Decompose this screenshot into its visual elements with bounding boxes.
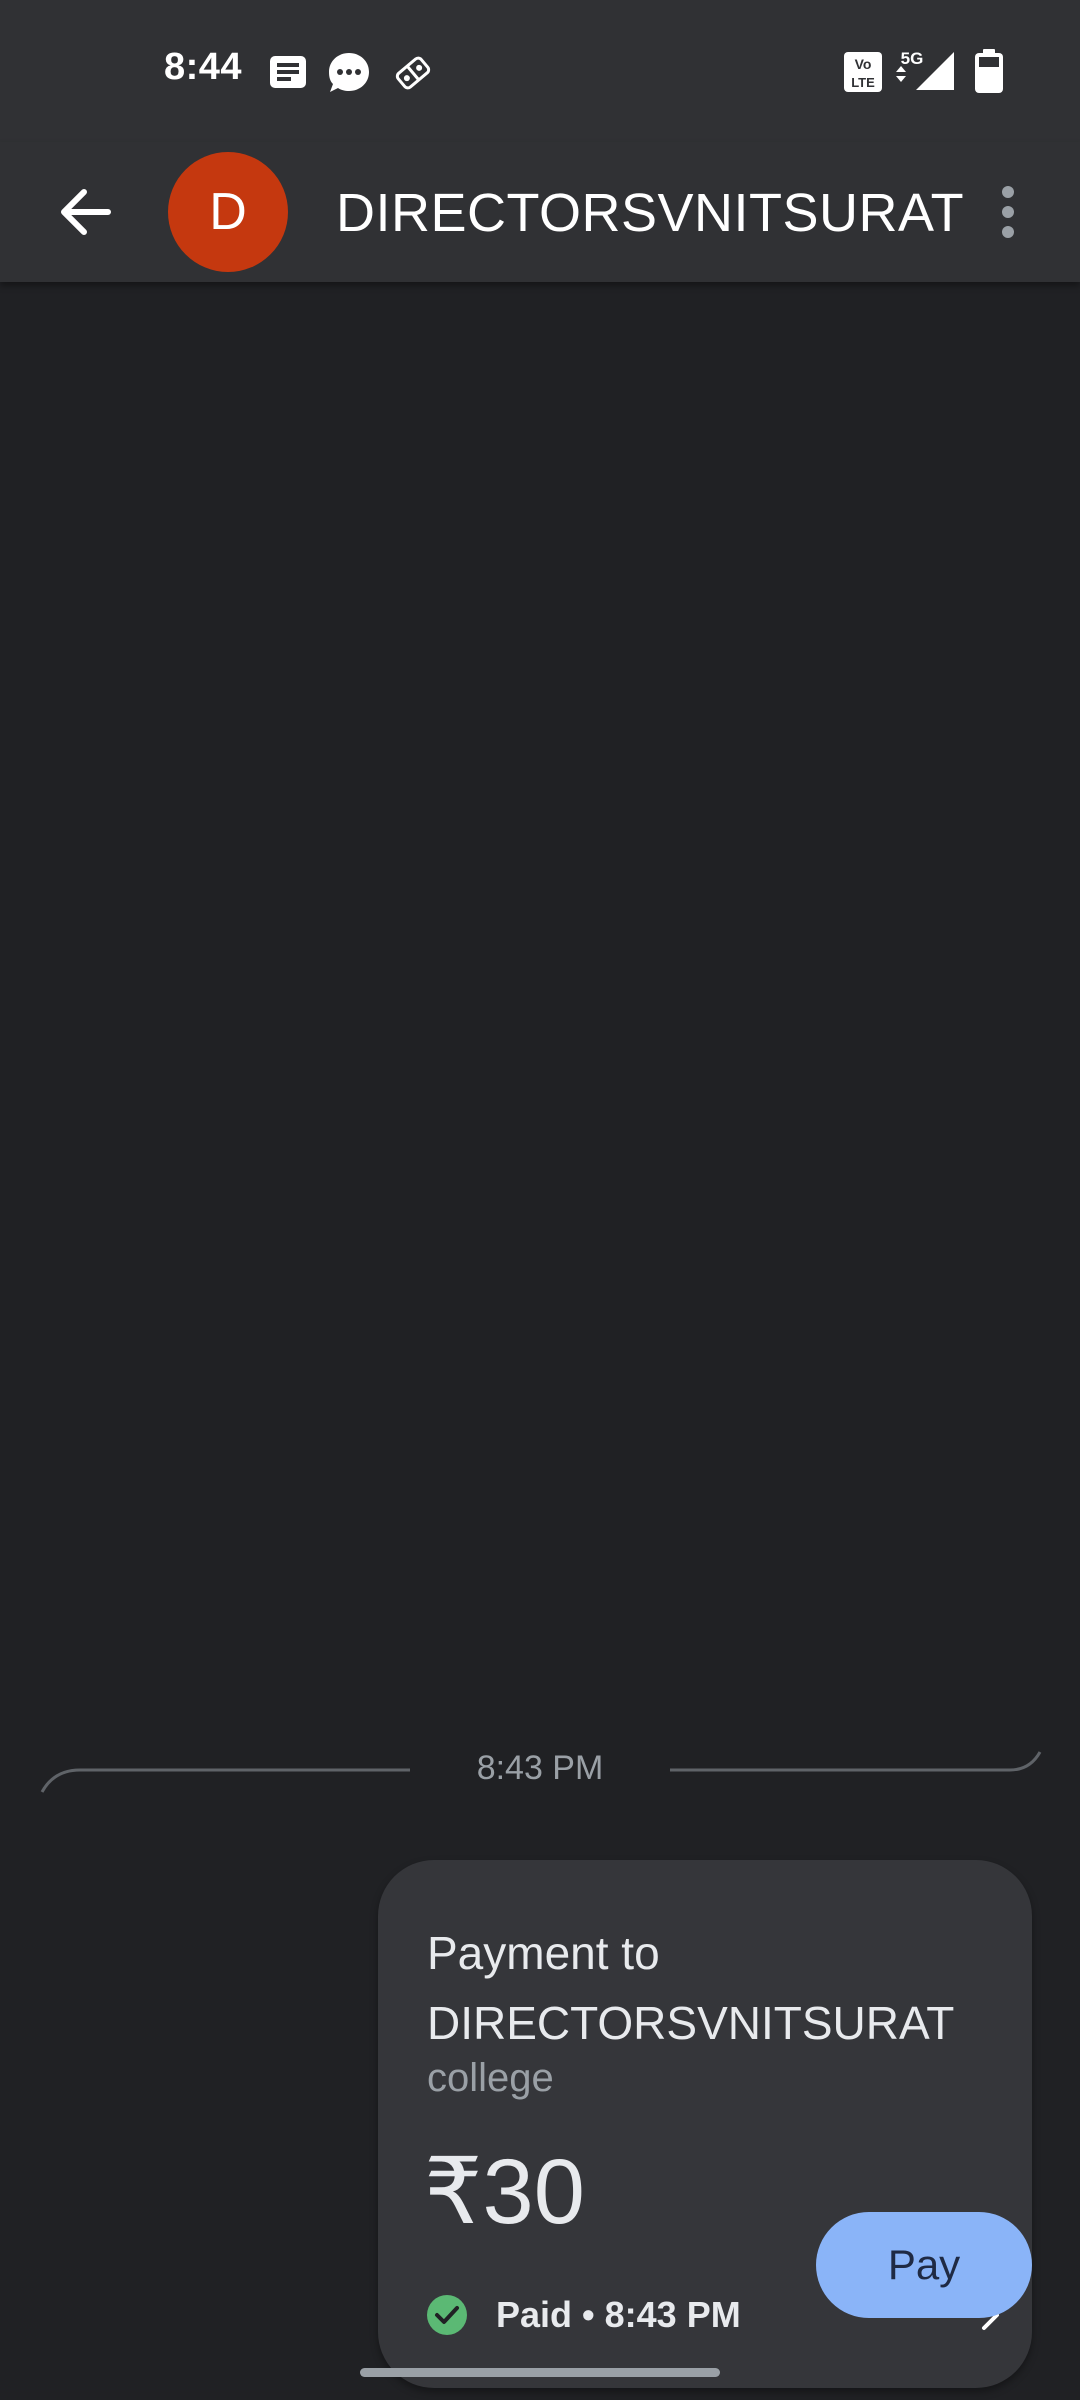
back-arrow-icon <box>61 189 111 235</box>
status-time: 8:44 <box>164 46 243 88</box>
gesture-nav-handle[interactable] <box>360 2368 720 2377</box>
signal-icon <box>914 50 956 97</box>
contact-name: DIRECTORSVNITSURAT <box>336 183 965 243</box>
status-bar: 8:44 Vo LTE 5G <box>0 0 1080 142</box>
payment-title: Payment to DIRECTORSVNITSURAT <box>427 1927 955 2049</box>
chat-history[interactable]: 8:43 PM Payment to DIRECTORSVNITSURAT co… <box>0 282 1080 2400</box>
message-bubble-icon <box>326 50 372 101</box>
time-divider: 8:43 PM <box>0 1722 1080 1802</box>
payment-note: college <box>427 2056 554 2100</box>
divider-time: 8:43 PM <box>476 1749 604 1787</box>
payment-amount: ₹30 <box>424 2141 585 2243</box>
domino-icon <box>390 50 436 101</box>
contact-avatar[interactable]: D <box>168 152 288 272</box>
battery-icon <box>972 48 1006 99</box>
volte-icon: Vo LTE <box>842 50 884 99</box>
check-circle-icon <box>426 2294 468 2336</box>
payment-status: Paid • 8:43 PM <box>496 2294 741 2335</box>
news-icon <box>268 54 308 95</box>
back-button[interactable] <box>48 172 128 252</box>
svg-text:Vo: Vo <box>855 56 872 72</box>
more-options-button[interactable] <box>988 170 1028 254</box>
top-app-bar: D DIRECTORSVNITSURAT <box>0 142 1080 282</box>
more-vert-icon <box>1002 186 1014 238</box>
svg-text:LTE: LTE <box>851 75 875 90</box>
pay-button[interactable]: Pay <box>816 2212 1032 2318</box>
